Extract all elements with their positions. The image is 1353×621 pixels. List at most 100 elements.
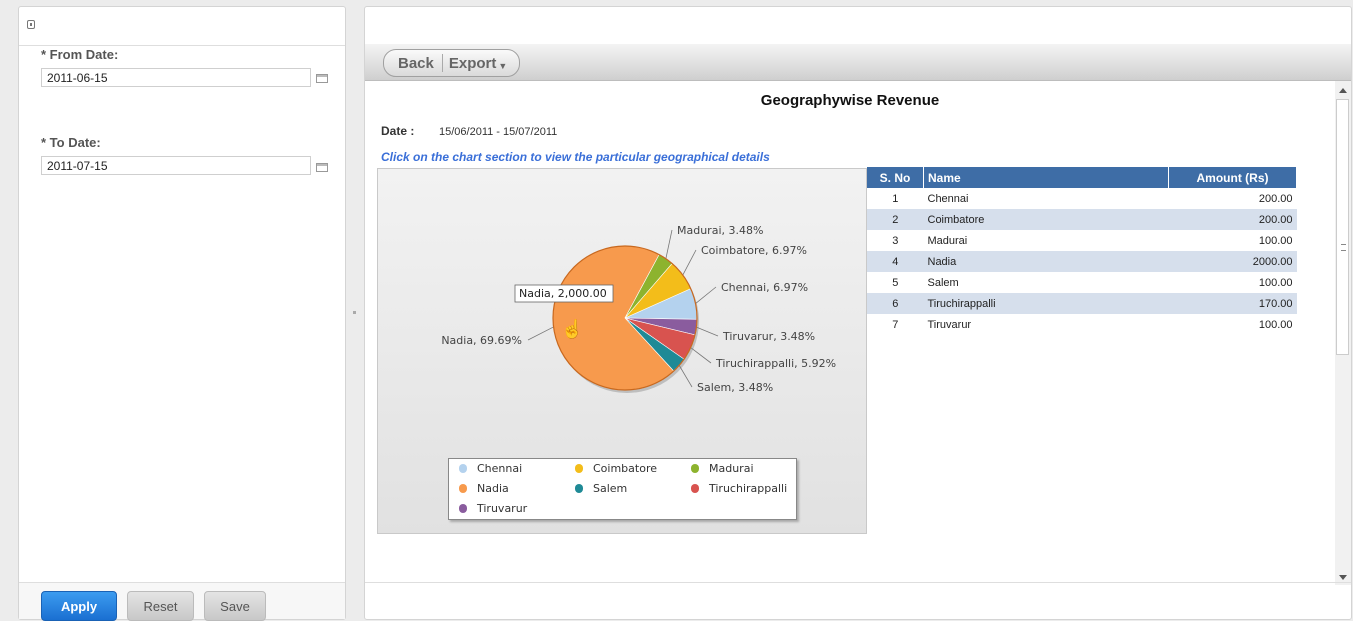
pie-label-connector bbox=[665, 229, 673, 259]
column-header-amount[interactable]: Amount (Rs) bbox=[1168, 167, 1297, 188]
cell-sno: 4 bbox=[867, 251, 924, 272]
legend-label: Coimbatore bbox=[593, 462, 657, 475]
grip-icon bbox=[1341, 244, 1346, 251]
date-range: 15/06/2011 - 15/07/2011 bbox=[439, 126, 558, 138]
legend-swatch bbox=[459, 484, 467, 493]
legend-swatch bbox=[691, 484, 699, 493]
legend-swatch bbox=[459, 464, 467, 473]
from-date-calendar-icon[interactable] bbox=[316, 74, 328, 83]
to-date-input[interactable] bbox=[41, 156, 311, 175]
table-row[interactable]: 4 Nadia 2000.00 bbox=[867, 251, 1297, 272]
pie-label-connector bbox=[527, 326, 554, 341]
chart-instruction: Click on the chart section to view the p… bbox=[381, 150, 770, 164]
legend-label: Salem bbox=[593, 482, 628, 495]
revenue-table: S. No Name Amount (Rs) 1 Chennai 200.00 … bbox=[867, 167, 1297, 335]
date-label: Date : bbox=[381, 124, 415, 138]
hand-cursor-icon: ☝ bbox=[561, 318, 583, 340]
cell-sno: 7 bbox=[892, 318, 899, 331]
cell-sno: 2 bbox=[867, 209, 924, 230]
report-panel: Back Export ▼ Geographywise Revenue Date… bbox=[364, 6, 1352, 620]
cell-sno: 3 bbox=[892, 234, 899, 247]
legend-item-salem[interactable]: Salem bbox=[575, 482, 627, 495]
chart-tooltip: Nadia, 2,000.00 bbox=[514, 284, 614, 303]
legend-swatch bbox=[575, 464, 583, 473]
table-row[interactable]: 2 Coimbatore 200.00 bbox=[867, 209, 1297, 230]
pie-label-nadia: Nadia, 69.69% bbox=[441, 334, 522, 347]
cell-name: Madurai bbox=[927, 234, 968, 247]
back-button[interactable]: Back bbox=[384, 50, 442, 76]
legend-swatch bbox=[459, 504, 467, 513]
cell-name: Tiruchirappalli bbox=[923, 293, 1169, 314]
pie-label-connector bbox=[678, 365, 693, 388]
pie-label-coimbatore: Coimbatore, 6.97% bbox=[701, 244, 807, 257]
cell-name: Coimbatore bbox=[923, 209, 1169, 230]
legend-item-coimbatore[interactable]: Coimbatore bbox=[575, 462, 657, 475]
cell-amount: 200.00 bbox=[1168, 209, 1297, 230]
scroll-up-icon[interactable] bbox=[1339, 88, 1347, 93]
pie-chart-area: Chennai, 6.97% Tiruvarur, 3.48% Tiruchirap… bbox=[377, 168, 867, 534]
pie-label-madurai: Madurai, 3.48% bbox=[677, 224, 763, 237]
table-row[interactable]: 1 Chennai 200.00 bbox=[867, 188, 1297, 209]
cell-name: Salem bbox=[927, 276, 959, 289]
pie-label-connector bbox=[682, 249, 697, 276]
pie-label-tiruvarur: Tiruvarur, 3.48% bbox=[722, 330, 815, 343]
scrollbar-thumb[interactable] bbox=[1336, 99, 1349, 355]
legend-label: Tiruvarur bbox=[477, 502, 528, 515]
collapse-panel-icon[interactable] bbox=[27, 20, 35, 29]
report-footer bbox=[365, 582, 1351, 619]
cell-name: Tiruvarur bbox=[927, 318, 972, 331]
pie-label-connector bbox=[695, 286, 717, 304]
report-title: Geographywise Revenue bbox=[760, 92, 940, 109]
from-date-label: * From Date: bbox=[41, 47, 119, 62]
scroll-down-icon[interactable] bbox=[1339, 575, 1347, 580]
vertical-scrollbar[interactable] bbox=[1335, 81, 1351, 585]
legend-swatch bbox=[575, 484, 583, 493]
legend-label: Tiruchirappalli bbox=[709, 482, 788, 495]
from-date-input[interactable] bbox=[41, 68, 311, 87]
filter-panel-header bbox=[19, 7, 345, 46]
cell-sno: 6 bbox=[867, 293, 924, 314]
cell-amount: 200.00 bbox=[1258, 192, 1293, 205]
cell-amount: 100.00 bbox=[1258, 318, 1293, 331]
chart-legend: Chennai Coimbatore Madurai Nadia Salem Tiruch… bbox=[448, 458, 797, 520]
toolbar-button-group: Back Export ▼ bbox=[383, 49, 521, 77]
cell-amount: 100.00 bbox=[1258, 276, 1293, 289]
legend-item-madurai[interactable]: Madurai bbox=[691, 462, 754, 475]
to-date-calendar-icon[interactable] bbox=[316, 163, 328, 172]
legend-swatch bbox=[691, 464, 699, 473]
column-header-sno[interactable]: S. No bbox=[867, 167, 924, 188]
legend-item-chennai[interactable]: Chennai bbox=[459, 462, 522, 475]
legend-item-tiruvarur[interactable]: Tiruvarur bbox=[459, 502, 527, 515]
legend-item-nadia[interactable]: Nadia bbox=[459, 482, 509, 495]
chevron-down-icon: ▼ bbox=[498, 61, 508, 71]
reset-button[interactable]: Reset bbox=[127, 591, 194, 621]
save-button[interactable]: Save bbox=[204, 591, 266, 621]
table-row[interactable]: 6 Tiruchirappalli 170.00 bbox=[867, 293, 1297, 314]
cell-amount: 100.00 bbox=[1258, 234, 1293, 247]
report-toolbar: Back Export ▼ bbox=[365, 44, 1351, 81]
table-row[interactable]: 3 Madurai 100.00 bbox=[867, 230, 1297, 251]
pie-label-chennai: Chennai, 6.97% bbox=[721, 281, 808, 294]
pie-label-connector bbox=[690, 347, 712, 364]
legend-item-tiruchirappalli[interactable]: Tiruchirappalli bbox=[691, 482, 787, 495]
pie-label-connector bbox=[696, 326, 719, 337]
cell-name: Nadia bbox=[923, 251, 1169, 272]
cell-amount: 2000.00 bbox=[1168, 251, 1297, 272]
apply-button[interactable]: Apply bbox=[41, 591, 117, 621]
cell-sno: 1 bbox=[892, 192, 899, 205]
panel-splitter[interactable] bbox=[353, 311, 356, 314]
table-row[interactable]: 5 Salem 100.00 bbox=[867, 272, 1297, 293]
filter-panel: * From Date: * To Date: Apply Reset Save bbox=[18, 6, 346, 621]
export-button[interactable]: Export ▼ bbox=[443, 50, 519, 76]
report-content: Geographywise Revenue Date : 15/06/2011 … bbox=[365, 81, 1335, 585]
table-header-row: S. No Name Amount (Rs) bbox=[867, 167, 1297, 188]
cell-sno: 5 bbox=[892, 276, 899, 289]
to-date-label: * To Date: bbox=[41, 135, 101, 150]
cell-amount: 170.00 bbox=[1168, 293, 1297, 314]
legend-label: Chennai bbox=[477, 462, 523, 475]
pie-label-salem: Salem, 3.48% bbox=[697, 381, 773, 394]
legend-label: Nadia bbox=[477, 482, 509, 495]
column-header-name[interactable]: Name bbox=[923, 167, 1169, 188]
filter-actions: Apply Reset Save bbox=[19, 582, 345, 621]
table-row[interactable]: 7 Tiruvarur 100.00 bbox=[867, 314, 1297, 335]
